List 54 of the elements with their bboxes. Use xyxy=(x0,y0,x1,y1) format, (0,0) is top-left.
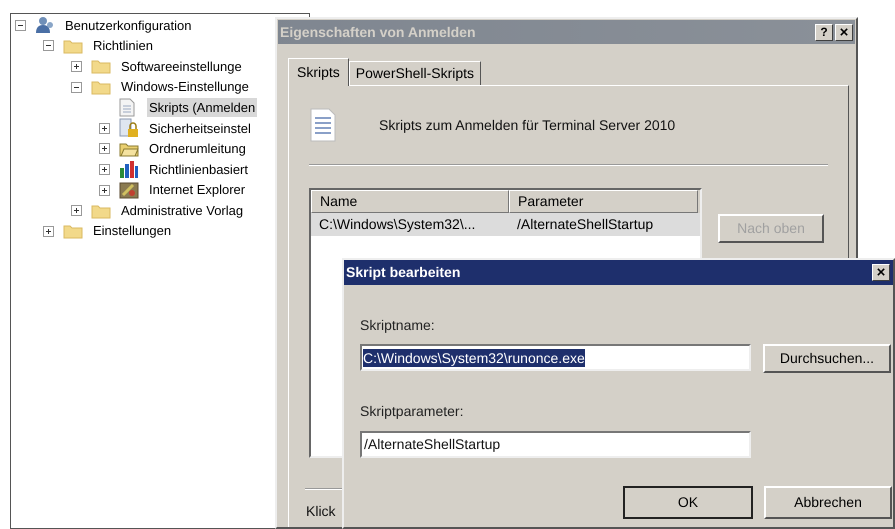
folder-icon xyxy=(91,58,111,74)
tree-item[interactable]: Einstellungen xyxy=(91,221,174,241)
tab[interactable]: Skripts xyxy=(288,58,349,86)
collapse-icon[interactable] xyxy=(43,40,54,52)
list-row[interactable]: C:\Windows\System32\... /AlternateShellStartup xyxy=(311,213,700,236)
close-button[interactable]: × xyxy=(835,24,853,40)
ok-button[interactable]: OK xyxy=(623,486,753,519)
collapse-icon[interactable] xyxy=(15,20,26,31)
field-label: Skriptname: xyxy=(360,317,436,333)
heading-text: Skripts zum Anmelden für Terminal Server 2010 xyxy=(379,116,676,135)
expand-icon[interactable] xyxy=(99,164,110,175)
window-title: Eigenschaften von Anmelden xyxy=(280,22,476,42)
browse-button[interactable]: Durchsuchen... xyxy=(763,344,891,373)
collapse-icon[interactable] xyxy=(71,82,82,93)
users-icon xyxy=(35,16,55,34)
expand-icon[interactable] xyxy=(99,143,110,154)
folder-icon xyxy=(119,140,139,157)
expand-icon[interactable] xyxy=(71,60,82,72)
tab[interactable]: PowerShell-Skripts xyxy=(348,61,482,85)
tree-item[interactable]: Internet Explorer xyxy=(147,180,248,200)
column-header[interactable]: Name xyxy=(311,190,509,213)
tree-item[interactable]: Richtlinienbasiert xyxy=(147,160,250,180)
field-label: Skriptparameter: xyxy=(360,403,464,419)
help-button[interactable]: ? xyxy=(815,24,833,40)
tree-item[interactable]: Windows-Einstellunge xyxy=(119,77,251,97)
expand-icon[interactable] xyxy=(71,205,82,216)
tree-item[interactable]: Skripts (Anmelden xyxy=(147,98,258,118)
lock-icon xyxy=(119,118,139,138)
folder-icon xyxy=(91,202,111,219)
folder-icon xyxy=(63,38,83,54)
table-cell-text: /AlternateShellStartup xyxy=(516,215,654,234)
window-title: Skript bearbeiten xyxy=(346,263,460,282)
input-field[interactable]: C:\Windows\System32\runonce.exe xyxy=(360,344,751,371)
tools-icon xyxy=(119,181,139,200)
folder-icon xyxy=(91,79,111,96)
footer-text: Klick xyxy=(306,503,336,519)
table-cell-text: C:\Windows\System32\... xyxy=(318,215,476,234)
expand-icon[interactable] xyxy=(43,226,54,237)
close-button[interactable]: × xyxy=(872,264,890,281)
folder-icon xyxy=(63,223,83,240)
expand-icon[interactable] xyxy=(99,122,110,134)
expand-icon[interactable] xyxy=(99,184,110,196)
input-field[interactable]: /AlternateShellStartup xyxy=(360,431,751,458)
script-icon xyxy=(309,108,337,142)
tree-item[interactable]: Administrative Vorlag xyxy=(119,200,246,220)
tree-item[interactable]: Sicherheitseinstel xyxy=(147,118,253,138)
tree-item[interactable]: Softwareeinstellunge xyxy=(119,56,244,76)
cancel-button[interactable]: Abbrechen xyxy=(764,486,892,519)
bar-chart-icon xyxy=(119,160,139,178)
tree-item[interactable]: Benutzerkonfiguration xyxy=(63,16,194,36)
column-header[interactable]: Parameter xyxy=(509,190,698,213)
document-icon xyxy=(119,98,135,118)
tree-item[interactable]: Ordnerumleitung xyxy=(147,139,248,159)
tree-item[interactable]: Richtlinien xyxy=(91,36,155,56)
